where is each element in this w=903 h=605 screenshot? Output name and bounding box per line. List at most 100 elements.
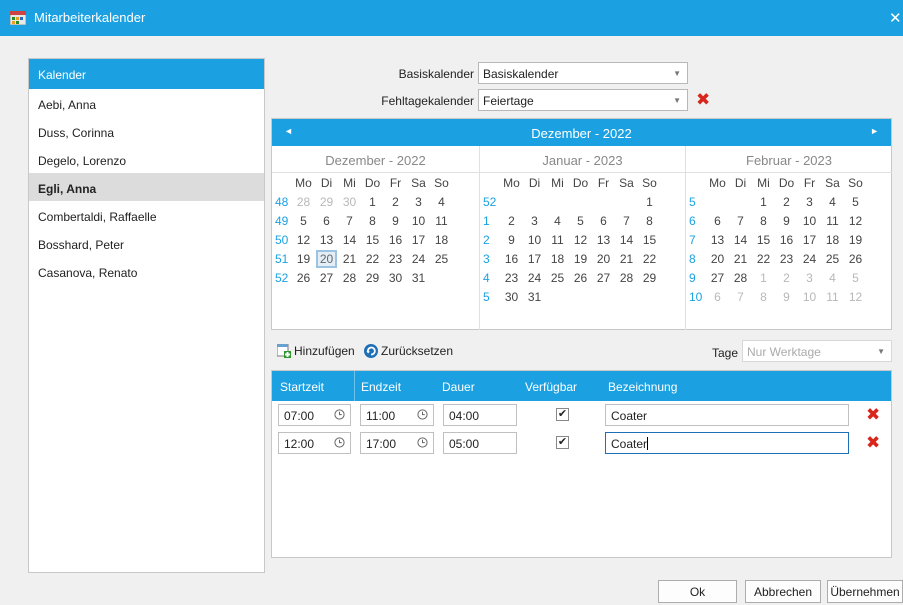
end-time-input[interactable]: 17:00: [360, 432, 434, 454]
duration-field[interactable]: 05:00: [443, 432, 517, 454]
clock-icon[interactable]: [417, 437, 428, 448]
absence-calendar-select[interactable]: Feiertage ▼: [478, 89, 688, 111]
week-number[interactable]: 52: [480, 192, 500, 211]
week-number[interactable]: 4: [480, 268, 500, 287]
day-cell[interactable]: 30: [338, 192, 361, 211]
day-cell[interactable]: 11: [546, 230, 569, 249]
day-cell[interactable]: 5: [292, 211, 315, 230]
day-cell[interactable]: 2: [500, 211, 523, 230]
day-cell[interactable]: 29: [361, 268, 384, 287]
duration-field[interactable]: 04:00: [443, 404, 517, 426]
day-cell[interactable]: 14: [729, 230, 752, 249]
day-cell[interactable]: 13: [706, 230, 729, 249]
basis-calendar-select[interactable]: Basiskalender ▼: [478, 62, 688, 84]
day-cell[interactable]: 6: [592, 211, 615, 230]
day-cell[interactable]: 3: [523, 211, 546, 230]
day-cell[interactable]: 23: [500, 268, 523, 287]
day-cell[interactable]: 24: [798, 249, 821, 268]
day-cell[interactable]: 24: [523, 268, 546, 287]
week-number[interactable]: 1: [480, 211, 500, 230]
week-number[interactable]: 49: [272, 211, 292, 230]
day-cell[interactable]: 4: [546, 211, 569, 230]
day-cell[interactable]: 11: [821, 287, 844, 306]
day-cell[interactable]: 27: [592, 268, 615, 287]
day-cell[interactable]: 9: [775, 287, 798, 306]
day-cell[interactable]: 16: [384, 230, 407, 249]
day-cell[interactable]: 25: [430, 249, 453, 268]
day-cell[interactable]: 6: [706, 211, 729, 230]
day-cell[interactable]: 2: [775, 192, 798, 211]
day-cell[interactable]: 26: [844, 249, 867, 268]
week-number[interactable]: 8: [686, 249, 706, 268]
start-time-input[interactable]: 12:00: [278, 432, 351, 454]
column-header-duration[interactable]: Dauer: [442, 380, 475, 394]
day-cell[interactable]: 1: [638, 192, 661, 211]
day-cell[interactable]: 15: [638, 230, 661, 249]
day-cell[interactable]: 11: [821, 211, 844, 230]
day-cell[interactable]: 26: [569, 268, 592, 287]
clock-icon[interactable]: [334, 409, 345, 420]
column-header-label[interactable]: Bezeichnung: [608, 380, 677, 394]
available-checkbox[interactable]: ✔: [556, 436, 569, 449]
today-marker[interactable]: 20: [315, 249, 338, 268]
day-cell[interactable]: 15: [752, 230, 775, 249]
week-number[interactable]: [272, 287, 292, 306]
day-cell[interactable]: 20: [706, 249, 729, 268]
day-cell[interactable]: 19: [844, 230, 867, 249]
employee-item[interactable]: Bosshard, Peter: [29, 229, 264, 257]
day-cell[interactable]: 7: [729, 287, 752, 306]
week-number[interactable]: 7: [686, 230, 706, 249]
day-cell[interactable]: 5: [844, 192, 867, 211]
day-cell[interactable]: 13: [315, 230, 338, 249]
delete-icon[interactable]: ✖: [696, 91, 710, 108]
next-month-icon[interactable]: ►: [870, 126, 879, 136]
day-cell[interactable]: 23: [775, 249, 798, 268]
column-header-available[interactable]: Verfügbar: [525, 380, 577, 394]
day-cell[interactable]: 29: [315, 192, 338, 211]
week-number[interactable]: 50: [272, 230, 292, 249]
close-icon[interactable]: ✕: [889, 9, 903, 27]
day-cell[interactable]: 20: [592, 249, 615, 268]
day-cell[interactable]: 12: [569, 230, 592, 249]
day-cell[interactable]: 31: [523, 287, 546, 306]
day-cell[interactable]: 3: [798, 268, 821, 287]
day-cell[interactable]: 4: [821, 192, 844, 211]
delete-row-icon[interactable]: ✖: [866, 406, 880, 423]
day-cell[interactable]: 8: [638, 211, 661, 230]
day-cell[interactable]: 17: [407, 230, 430, 249]
employee-item-selected[interactable]: Egli, Anna: [29, 173, 264, 201]
delete-row-icon[interactable]: ✖: [866, 434, 880, 451]
day-cell[interactable]: 28: [729, 268, 752, 287]
employee-item[interactable]: Duss, Corinna: [29, 117, 264, 145]
day-cell[interactable]: 17: [798, 230, 821, 249]
day-cell[interactable]: 6: [706, 287, 729, 306]
day-cell[interactable]: 8: [752, 211, 775, 230]
day-cell[interactable]: 10: [523, 230, 546, 249]
employee-item[interactable]: Combertaldi, Raffaelle: [29, 201, 264, 229]
day-cell[interactable]: 29: [638, 268, 661, 287]
day-cell[interactable]: 12: [844, 211, 867, 230]
reset-button[interactable]: Zurücksetzen: [364, 344, 453, 358]
day-cell[interactable]: 21: [729, 249, 752, 268]
apply-button[interactable]: Übernehmen: [827, 580, 903, 603]
available-checkbox[interactable]: ✔: [556, 408, 569, 421]
day-cell[interactable]: 9: [775, 211, 798, 230]
week-number[interactable]: 2: [480, 230, 500, 249]
label-input[interactable]: Coater: [605, 404, 849, 426]
day-cell[interactable]: 6: [315, 211, 338, 230]
day-cell[interactable]: 28: [338, 268, 361, 287]
day-cell[interactable]: 25: [821, 249, 844, 268]
day-cell[interactable]: 2: [775, 268, 798, 287]
day-cell[interactable]: 10: [798, 211, 821, 230]
column-header-end[interactable]: Endzeit: [361, 380, 401, 394]
day-cell[interactable]: 14: [615, 230, 638, 249]
day-cell[interactable]: 1: [361, 192, 384, 211]
day-cell[interactable]: 16: [500, 249, 523, 268]
day-cell[interactable]: 24: [407, 249, 430, 268]
week-number[interactable]: 48: [272, 192, 292, 211]
week-number[interactable]: 52: [272, 268, 292, 287]
employee-item[interactable]: Aebi, Anna: [29, 89, 264, 117]
clock-icon[interactable]: [417, 409, 428, 420]
day-cell[interactable]: 7: [338, 211, 361, 230]
cancel-button[interactable]: Abbrechen: [745, 580, 821, 603]
